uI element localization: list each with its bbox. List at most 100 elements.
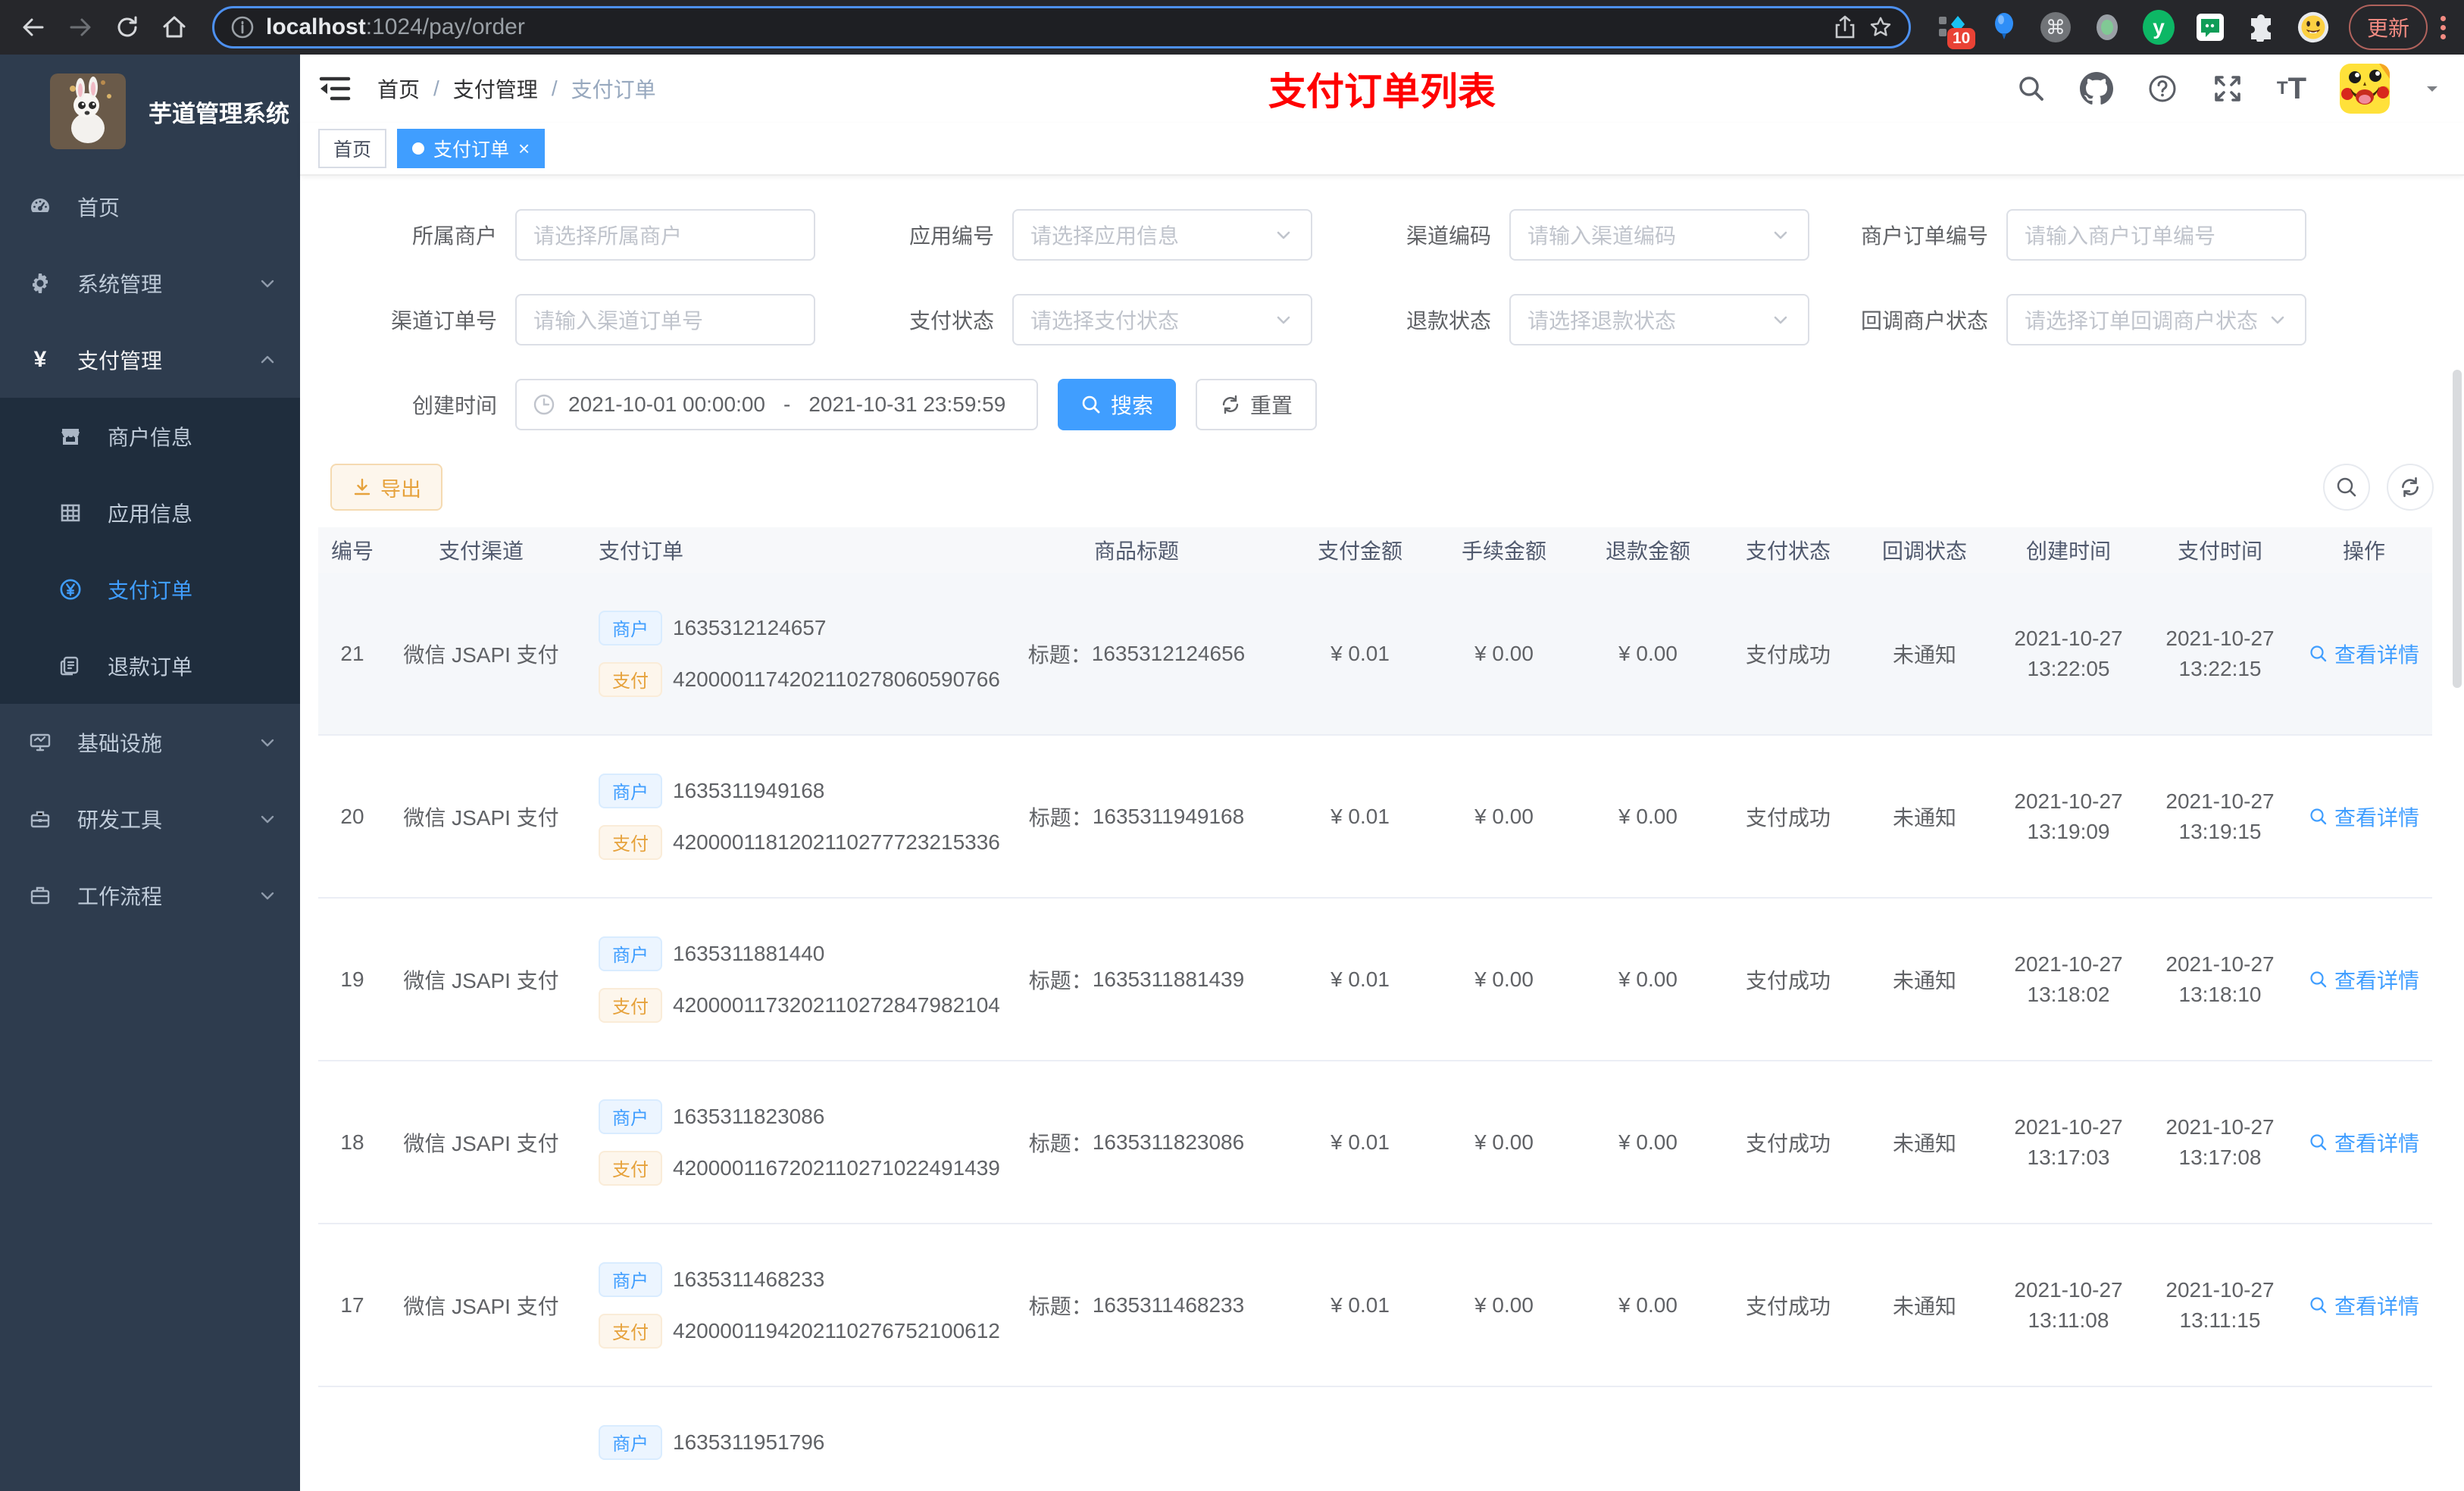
filter-label: 回调商户状态: [1860, 309, 1988, 333]
refresh-button[interactable]: [2387, 464, 2434, 511]
breadcrumb-home[interactable]: 首页: [377, 73, 420, 104]
cell-amount: ¥ 0.01: [1330, 804, 1390, 828]
browser-back-button[interactable]: [14, 8, 53, 47]
reset-button[interactable]: 重置: [1196, 379, 1318, 430]
cell-status: 支付成功: [1745, 1294, 1831, 1318]
recorder-extension-icon[interactable]: [2091, 11, 2123, 43]
cell-channel: 微信 JSAPI 支付: [403, 1131, 559, 1155]
search-button[interactable]: 搜索: [1058, 379, 1177, 430]
share-icon[interactable]: [1833, 14, 1857, 40]
filter-field: 所属商户 请选择所属商户: [318, 209, 815, 261]
pay-tag: 支付: [599, 987, 662, 1023]
channel-order-no-input[interactable]: 请输入渠道订单号: [515, 294, 815, 345]
user-avatar[interactable]: [2340, 64, 2390, 114]
merchant-input[interactable]: 请选择所属商户: [515, 209, 815, 261]
page-scrollbar[interactable]: [2453, 370, 2462, 688]
sidebar-item-pay-order[interactable]: 支付订单: [0, 551, 300, 627]
grid-icon: [59, 502, 82, 524]
cell-refund: ¥ 0.00: [1618, 1130, 1678, 1154]
chat-extension-icon[interactable]: [2194, 11, 2226, 43]
command-extension-icon[interactable]: ⌘: [2040, 11, 2072, 43]
tab-home[interactable]: 首页: [318, 129, 387, 168]
cell-status: 支付成功: [1745, 1131, 1831, 1155]
col-fee: 手续金额: [1461, 539, 1546, 563]
close-icon[interactable]: ×: [518, 139, 530, 158]
cell-actions: 查看详情: [2296, 964, 2432, 995]
github-icon[interactable]: [2079, 72, 2113, 105]
view-detail-link[interactable]: 查看详情: [2309, 964, 2419, 995]
sidebar-item-system[interactable]: 系统管理: [0, 245, 300, 321]
sidebar-item-app-info[interactable]: 应用信息: [0, 474, 300, 551]
fullscreen-icon[interactable]: [2212, 73, 2244, 105]
view-detail-link[interactable]: 查看详情: [2309, 1127, 2419, 1158]
sidebar: 芋道管理系统 首页 系统管理 ¥ 支付管理 商户信息 应用信息 支付订单 退款订…: [0, 55, 300, 1491]
col-status: 支付状态: [1745, 539, 1831, 563]
view-detail-link[interactable]: 查看详情: [2309, 1290, 2419, 1321]
refund-status-select[interactable]: 请选择退款状态: [1509, 294, 1809, 345]
site-info-icon[interactable]: [230, 14, 255, 40]
pay-order-no: 4200001181202110277723215336: [673, 830, 1000, 854]
address-bar[interactable]: localhost:1024/pay/order: [212, 6, 1911, 48]
sketch-extension-icon[interactable]: 10: [1937, 11, 1976, 49]
tab-pay-order[interactable]: 支付订单 ×: [397, 129, 546, 168]
filter-row-1: 所属商户 请选择所属商户 应用编号 请选择应用信息 渠道编码 请输入渠道编码 商…: [318, 209, 2464, 261]
cell-channel: 微信 JSAPI 支付: [403, 805, 559, 830]
browser-update-button[interactable]: 更新: [2348, 5, 2428, 50]
chevron-down-icon: [258, 809, 277, 829]
merchant-order-no: 1635311949168: [673, 778, 825, 802]
sidebar-item-workflow[interactable]: 工作流程: [0, 857, 300, 933]
field-placeholder: 请选择退款状态: [1527, 309, 1677, 333]
sidebar-item-dev-tools[interactable]: 研发工具: [0, 780, 300, 857]
export-button[interactable]: 导出: [330, 464, 442, 511]
col-id: 编号: [330, 539, 374, 563]
profile-avatar-icon[interactable]: [2297, 11, 2329, 43]
cell-status: 支付成功: [1745, 642, 1831, 667]
merchant-order-no: 1635311468233: [673, 1267, 825, 1291]
sidebar-item-home[interactable]: 首页: [0, 168, 300, 245]
pay-status-select[interactable]: 请选择支付状态: [1012, 294, 1312, 345]
breadcrumb-payment[interactable]: 支付管理: [453, 73, 538, 104]
notify-status-select[interactable]: 请选择订单回调商户状态: [2006, 294, 2306, 345]
avatar-caret-icon[interactable]: [2423, 80, 2441, 98]
cell-channel: 微信 JSAPI 支付: [403, 1294, 559, 1318]
sidebar-logo[interactable]: 芋道管理系统: [0, 55, 300, 168]
app-select[interactable]: 请选择应用信息: [1012, 209, 1312, 261]
filter-label: 商户订单编号: [1860, 224, 1988, 248]
cell-amount: ¥ 0.01: [1330, 967, 1390, 991]
create-time-range-picker[interactable]: 2021-10-01 00:00:00 - 2021-10-31 23:59:5…: [515, 379, 1038, 430]
browser-reload-button[interactable]: [108, 8, 147, 47]
pay-tag: 支付: [599, 1150, 662, 1186]
merchant-order-no: 1635312124657: [673, 615, 827, 639]
toggle-search-button[interactable]: [2323, 464, 2370, 511]
page-title: 支付订单列表: [1268, 70, 1496, 113]
channel-code-select[interactable]: 请输入渠道编码: [1509, 209, 1809, 261]
font-size-icon[interactable]: TT: [2277, 72, 2306, 106]
merchant-order-no-input[interactable]: 请输入商户订单编号: [2006, 209, 2306, 261]
y-extension-icon[interactable]: y: [2142, 10, 2175, 45]
table-row: 20 微信 JSAPI 支付 商户 1635311949168 支付 42000…: [318, 736, 2432, 899]
col-channel: 支付渠道: [438, 539, 524, 563]
bookmark-star-icon[interactable]: [1868, 14, 1893, 40]
sidebar-item-infra[interactable]: 基础设施: [0, 704, 300, 780]
extensions-puzzle-icon[interactable]: [2246, 11, 2278, 43]
create-time-label: 创建时间: [411, 394, 497, 417]
cell-pay-time: 2021-10-27 13:22:15: [2165, 626, 2275, 680]
balloon-extension-icon[interactable]: [1988, 11, 2020, 43]
cell-refund: ¥ 0.00: [1618, 804, 1678, 828]
collapse-sidebar-icon[interactable]: [318, 72, 352, 105]
sidebar-item-refund-order[interactable]: 退款订单: [0, 627, 300, 704]
browser-home-button[interactable]: [155, 8, 194, 47]
header-search-icon[interactable]: [2016, 73, 2047, 104]
sidebar-item-payment[interactable]: ¥ 支付管理: [0, 321, 300, 398]
view-detail-link[interactable]: 查看详情: [2309, 802, 2419, 832]
extension-badge: 10: [1946, 28, 1976, 49]
browser-menu-icon[interactable]: [2435, 12, 2450, 43]
gear-icon: [29, 272, 52, 295]
view-detail-link[interactable]: 查看详情: [2309, 639, 2419, 669]
filter-row-3: 创建时间 2021-10-01 00:00:00 - 2021-10-31 23…: [318, 379, 2464, 430]
filter-label: 退款状态: [1406, 309, 1491, 333]
sidebar-item-merchant-info[interactable]: 商户信息: [0, 398, 300, 474]
browser-forward-button[interactable]: [61, 8, 100, 47]
help-icon[interactable]: [2147, 73, 2178, 105]
orders-table: 编号 支付渠道 支付订单 商品标题 支付金额 手续金额 退款金额 支付状态 回调…: [318, 527, 2432, 1491]
